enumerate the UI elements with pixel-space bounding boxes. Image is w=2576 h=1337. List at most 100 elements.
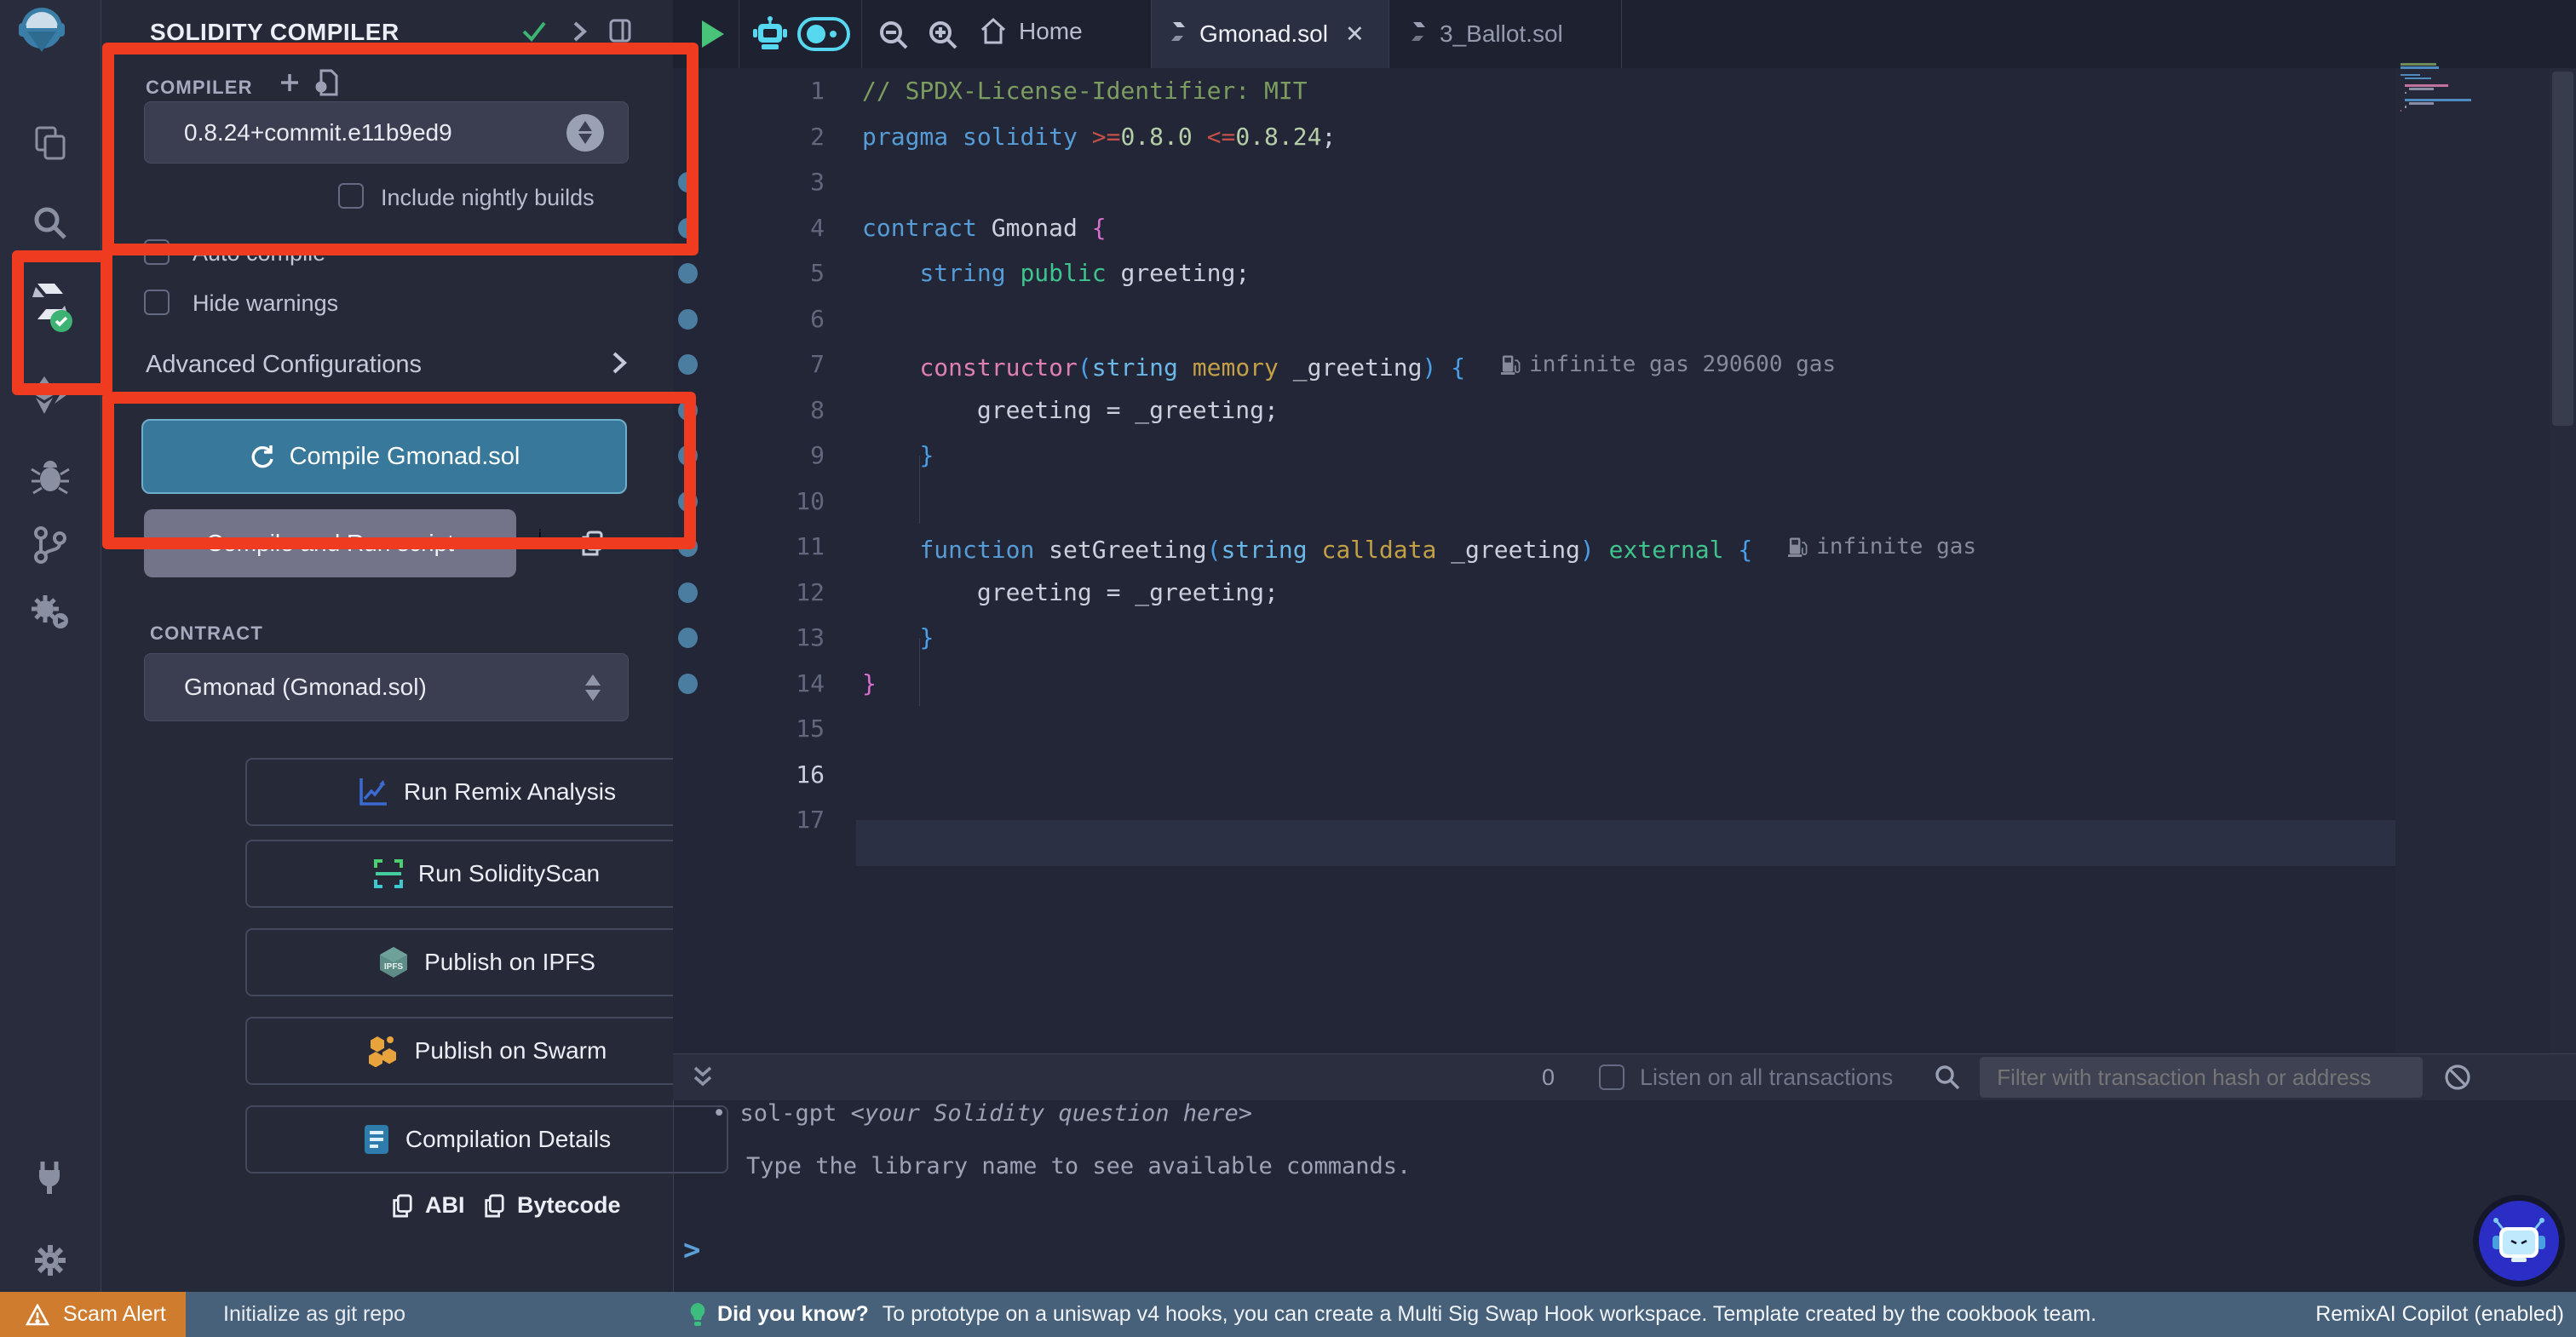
select-stepper-icon (566, 114, 604, 152)
publish-on-swarm-button[interactable]: Publish on Swarm (245, 1017, 728, 1085)
tab-gmonad-sol[interactable]: Gmonad.sol ✕ (1151, 0, 1389, 68)
listen-transactions-label: Listen on all transactions (1640, 1064, 1893, 1091)
clear-console-ban-icon[interactable] (2443, 1063, 2472, 1092)
gutter-dot[interactable] (678, 309, 698, 330)
scan-icon (374, 859, 403, 888)
tip-text: To prototype on a uniswap v4 hooks, you … (883, 1302, 2096, 1327)
gutter-dot[interactable] (678, 491, 698, 512)
copilot-toggle-icon[interactable] (797, 17, 850, 51)
terminal-search-icon[interactable] (1934, 1064, 1961, 1091)
pin-panel-icon[interactable] (607, 17, 633, 44)
gutter-dot[interactable] (678, 628, 698, 648)
copy-script-icon[interactable] (580, 530, 604, 557)
remix-ai-assistant-button[interactable] (2473, 1195, 2565, 1287)
zoom-out-icon[interactable] (877, 19, 910, 51)
transaction-count: 0 (1542, 1064, 1555, 1091)
scrollbar-thumb[interactable] (2552, 72, 2573, 426)
line-number: 4 (748, 214, 825, 243)
hide-warnings-checkbox[interactable] (144, 290, 170, 315)
minimap-line (2401, 74, 2420, 77)
line-number: 10 (748, 487, 825, 516)
nightly-builds-label: Include nightly builds (381, 185, 595, 211)
add-compiler-icon[interactable] (279, 72, 301, 94)
remix-logo-icon[interactable] (14, 5, 70, 56)
line-number: 11 (748, 532, 825, 561)
code-line-14: } (862, 668, 877, 700)
activity-bar (0, 0, 101, 1292)
deploy-run-icon[interactable] (17, 370, 83, 421)
tab-label: Gmonad.sol (1199, 20, 1328, 48)
code-line-2: pragma solidity >=0.8.0 <=0.8.24; (862, 121, 1336, 153)
scam-alert-label: Scam Alert (63, 1302, 166, 1327)
compilation-details-button[interactable]: Compilation Details (245, 1105, 728, 1173)
close-tab-icon[interactable]: ✕ (1345, 21, 1365, 48)
copy-abi-link[interactable]: ABI (391, 1192, 465, 1219)
minimap[interactable] (2395, 68, 2550, 1053)
run-solidityscan-button[interactable]: Run SolidityScan (245, 840, 728, 908)
select-arrows-icon (585, 674, 601, 701)
panel-chevron-right-icon[interactable] (570, 20, 589, 43)
run-script-play-icon[interactable] (700, 19, 726, 49)
tab-home[interactable]: Home (980, 17, 1083, 46)
listen-transactions-checkbox[interactable] (1599, 1064, 1624, 1090)
init-git-repo-button[interactable]: Initialize as git repo (223, 1302, 405, 1327)
transaction-filter-input[interactable] (1980, 1057, 2423, 1098)
info-icon[interactable]: i (538, 528, 542, 543)
gutter-dot[interactable] (678, 218, 698, 238)
ipfs-icon: IPFS (378, 946, 409, 978)
auto-compile-checkbox[interactable] (144, 239, 170, 265)
line-number: 13 (748, 623, 825, 652)
gutter-dot[interactable] (678, 674, 698, 694)
settings-gear-icon[interactable] (17, 1235, 83, 1286)
debugger-icon[interactable] (17, 450, 83, 502)
gutter-dot[interactable] (678, 445, 698, 466)
file-explorer-icon[interactable] (17, 118, 83, 169)
tab-3-ballot-sol[interactable]: 3_Ballot.sol (1390, 0, 1622, 68)
toolbar-divider (861, 0, 862, 68)
publish-on-ipfs-button[interactable]: IPFS Publish on IPFS (245, 928, 728, 996)
remix-ide-window: SOLIDITY COMPILER COMPILER 0.8.24+commit… (0, 0, 2576, 1337)
solidity-compiler-icon[interactable] (17, 281, 83, 332)
compile-button-label: Compile Gmonad.sol (290, 443, 520, 471)
compile-and-run-button[interactable]: Compile and Run script (144, 509, 516, 577)
advanced-configurations-toggle[interactable]: Advanced Configurations (146, 351, 422, 379)
gutter-dot[interactable] (678, 172, 698, 192)
gutter-dot[interactable] (678, 354, 698, 375)
terminal-line-arg: <your Solidity question here> (851, 1100, 1252, 1127)
solidity-file-icon (1169, 21, 1187, 47)
gas-estimate-annotation: infinite gas 290600 gas (1501, 348, 1836, 381)
minimap-line (2409, 88, 2433, 90)
plug-icon[interactable] (17, 1151, 83, 1202)
nightly-builds-checkbox[interactable] (338, 183, 364, 209)
scam-alert-badge[interactable]: Scam Alert (0, 1292, 186, 1337)
terminal-toolbar: 0 Listen on all transactions (673, 1053, 2576, 1100)
search-icon[interactable] (17, 198, 83, 249)
did-you-know-label: Did you know? (717, 1302, 869, 1327)
advanced-chevron-icon[interactable] (611, 351, 628, 375)
git-branch-icon[interactable] (17, 519, 83, 571)
gutter-dot[interactable] (678, 582, 698, 603)
code-line-12: greeting = _greeting; (862, 577, 1279, 609)
plugin-manager-icon[interactable] (17, 587, 83, 638)
button-label: Run SolidityScan (418, 860, 600, 887)
run-remix-analysis-button[interactable]: Run Remix Analysis (245, 758, 728, 826)
button-label: Publish on Swarm (415, 1037, 607, 1064)
code-line-13: } (862, 622, 934, 654)
side-panel-solidity-compiler: SOLIDITY COMPILER COMPILER 0.8.24+commit… (101, 0, 674, 1292)
contract-select[interactable]: Gmonad (Gmonad.sol) (144, 653, 629, 721)
copy-bytecode-link[interactable]: Bytecode (483, 1192, 621, 1219)
compiler-version-select[interactable]: 0.8.24+commit.e11b9ed9 (144, 101, 629, 164)
gutter-dot[interactable] (678, 537, 698, 557)
code-line-4: contract Gmonad { (862, 212, 1107, 244)
minimap-line (2405, 99, 2471, 101)
compiler-file-badge-icon[interactable] (314, 68, 340, 97)
ai-robot-icon[interactable] (753, 15, 787, 53)
line-number: 9 (748, 441, 825, 470)
compile-button[interactable]: Compile Gmonad.sol (141, 419, 627, 494)
expand-terminal-chevrons-icon[interactable] (692, 1064, 714, 1090)
gutter-dot[interactable] (678, 263, 698, 284)
code-line-11: function setGreeting(string calldata _gr… (862, 531, 1976, 566)
zoom-in-icon[interactable] (927, 19, 959, 51)
gutter-dot[interactable] (678, 400, 698, 421)
terminal-prompt[interactable]: > (683, 1233, 700, 1267)
